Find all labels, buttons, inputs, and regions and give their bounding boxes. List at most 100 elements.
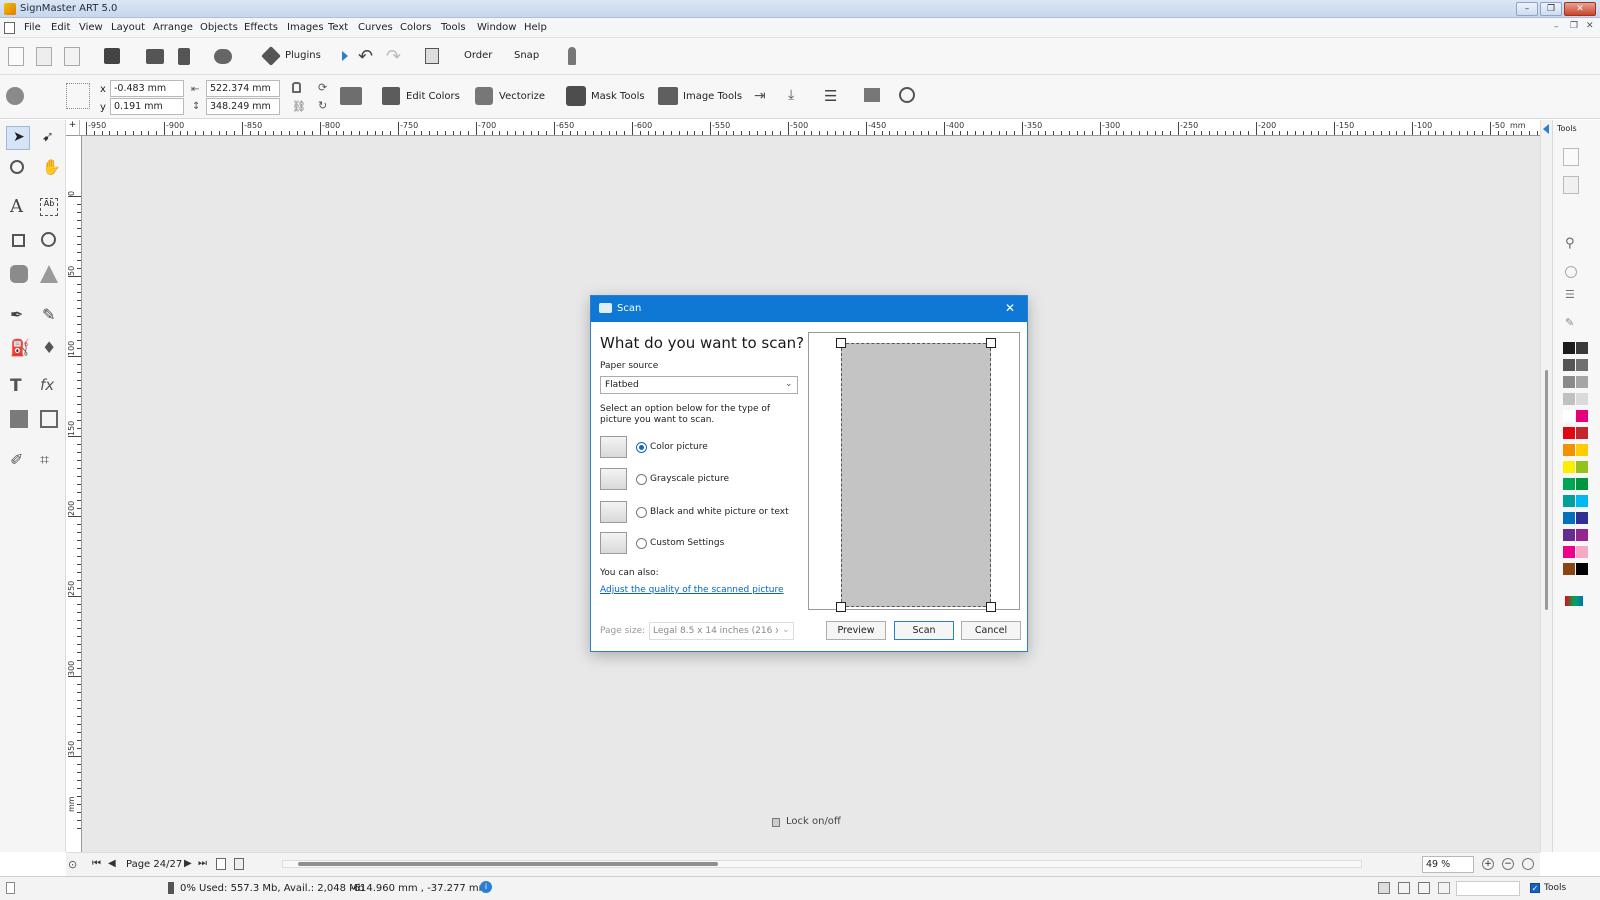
panel-pen-icon[interactable]: ✎ [1565, 316, 1574, 329]
output-icon[interactable] [214, 49, 232, 64]
color-swatch[interactable] [1576, 444, 1588, 456]
node-edit-icon[interactable]: ➹ [42, 129, 54, 145]
redo-icon[interactable]: ↷ [386, 46, 401, 67]
snap-guides-icon[interactable] [1418, 882, 1430, 894]
polygon-tool-icon[interactable] [40, 265, 58, 283]
crop-handle-tr[interactable] [986, 338, 996, 348]
color-swatch[interactable] [1576, 512, 1588, 524]
zoom-in-icon[interactable]: + [1482, 858, 1494, 870]
pen-tool-icon[interactable]: ✒ [10, 305, 23, 324]
menu-objects[interactable]: Objects [200, 22, 238, 33]
width-field[interactable]: 522.374 mm [206, 80, 280, 97]
edit-colors-icon[interactable] [382, 87, 400, 105]
next-page-icon[interactable]: ▶ [184, 858, 192, 869]
adjust-quality-link[interactable]: Adjust the quality of the scanned pictur… [600, 585, 784, 595]
color-swatch[interactable] [1563, 427, 1575, 439]
color-swatch[interactable] [1576, 563, 1588, 575]
menu-file[interactable]: File [24, 22, 41, 33]
fill-tool-icon[interactable]: ⛽ [10, 338, 30, 357]
panel-layer-icon[interactable] [1563, 176, 1579, 194]
color-swatch[interactable] [1563, 495, 1575, 507]
color-swatch[interactable] [1576, 427, 1588, 439]
open-document-icon[interactable] [36, 47, 52, 66]
scan-button[interactable]: Scan [894, 621, 954, 640]
color-swatch[interactable] [1576, 410, 1588, 422]
color-swatch[interactable] [1576, 461, 1588, 473]
preview-area[interactable] [841, 343, 991, 607]
color-swatch[interactable] [1576, 546, 1588, 558]
text-frame-icon[interactable]: Ab [40, 198, 58, 216]
align-center-icon[interactable]: ☰ [824, 87, 837, 105]
menu-arrange[interactable]: Arrange [153, 22, 193, 33]
document-icon[interactable] [4, 22, 15, 34]
menu-edit[interactable]: Edit [51, 22, 70, 33]
x-position-field[interactable]: -0.483 mm [110, 80, 184, 97]
cut-plot-icon[interactable] [178, 48, 190, 65]
prev-page-icon[interactable]: ◀ [108, 858, 116, 869]
color-picture-label[interactable]: Color picture [650, 442, 708, 452]
color-swatch[interactable] [1563, 563, 1575, 575]
text-effects-icon[interactable]: T [10, 376, 22, 396]
doc-restore-icon[interactable]: ❐ [1570, 21, 1578, 31]
color-swatch[interactable] [1563, 546, 1575, 558]
template-icon[interactable] [64, 47, 80, 66]
panel-circle-icon[interactable] [1565, 266, 1577, 278]
undo-icon[interactable]: ↶ [358, 46, 373, 67]
align-objects-icon[interactable] [864, 88, 880, 102]
knife-icon[interactable] [568, 47, 576, 65]
menu-layout[interactable]: Layout [111, 22, 145, 33]
vectorize-button[interactable]: Vectorize [499, 91, 545, 102]
ellipse-tool-icon[interactable] [41, 232, 56, 247]
snap-objects-icon[interactable] [1398, 882, 1410, 894]
cancel-button[interactable]: Cancel [961, 621, 1021, 640]
horizontal-scroll-thumb[interactable] [298, 862, 718, 866]
menu-view[interactable]: View [79, 22, 103, 33]
center-target-icon[interactable] [899, 87, 915, 103]
palette-options-icon[interactable] [1565, 596, 1583, 606]
zoom-fit-icon[interactable] [1522, 858, 1534, 870]
lock-ratio-icon[interactable] [292, 82, 301, 93]
add-page-icon[interactable] [216, 858, 226, 870]
snap-button[interactable]: Snap [514, 50, 539, 61]
menu-tools[interactable]: Tools [441, 22, 466, 33]
maximize-button[interactable]: ❐ [1540, 2, 1562, 16]
eyedropper-icon[interactable]: ♦ [42, 338, 56, 357]
color-swatch[interactable] [1576, 342, 1588, 354]
rotate-icon[interactable]: ⟳ [318, 81, 327, 94]
paper-source-select[interactable]: Flatbed ⌄ [600, 376, 798, 394]
menu-curves[interactable]: Curves [358, 22, 393, 33]
color-swatch[interactable] [1576, 393, 1588, 405]
color-swatch[interactable] [1563, 342, 1575, 354]
height-field[interactable]: 348.249 mm [206, 98, 280, 115]
bw-picture-radio[interactable] [636, 507, 647, 518]
new-document-icon[interactable] [8, 47, 24, 66]
snap-nodes-icon[interactable] [1438, 882, 1450, 894]
menu-text[interactable]: Text [328, 22, 348, 33]
vertical-scrollbar[interactable] [1540, 120, 1552, 852]
color-swatch[interactable] [1563, 359, 1575, 371]
rectangle-tool-icon[interactable] [12, 234, 25, 247]
lock-icon[interactable] [772, 818, 780, 827]
distribute-vertical-icon[interactable]: ⤓ [788, 87, 794, 103]
y-position-field[interactable]: 0.191 mm [110, 98, 184, 115]
first-page-icon[interactable]: ⏮ [92, 858, 101, 869]
doc-minimize-icon[interactable]: – [1554, 22, 1559, 32]
page-size-select[interactable]: Legal 8.5 x 14 inches (216 x 356 ⌄ [649, 622, 794, 640]
color-swatch[interactable] [1563, 393, 1575, 405]
menu-effects[interactable]: Effects [244, 22, 278, 33]
select-mode-icon[interactable] [425, 48, 439, 64]
brush-icon[interactable]: ✐ [10, 450, 23, 469]
lock-toggle[interactable]: Lock on/off [786, 816, 841, 827]
scrollbar-thumb[interactable] [1545, 370, 1548, 610]
crop-handle-bl[interactable] [836, 602, 846, 612]
color-swatch[interactable] [1576, 478, 1588, 490]
distribute-horizontal-icon[interactable]: ⇥ [754, 88, 766, 104]
custom-settings-label[interactable]: Custom Settings [650, 538, 724, 548]
last-page-icon[interactable]: ⏭ [198, 858, 207, 869]
panel-page-icon[interactable] [1563, 148, 1579, 166]
image-tools-icon[interactable] [658, 87, 678, 105]
transform-icon[interactable] [340, 87, 362, 105]
crop-icon[interactable]: ⌗ [40, 450, 49, 470]
image-tool-icon[interactable] [10, 410, 28, 428]
doc-close-icon[interactable]: ✕ [1586, 21, 1594, 31]
